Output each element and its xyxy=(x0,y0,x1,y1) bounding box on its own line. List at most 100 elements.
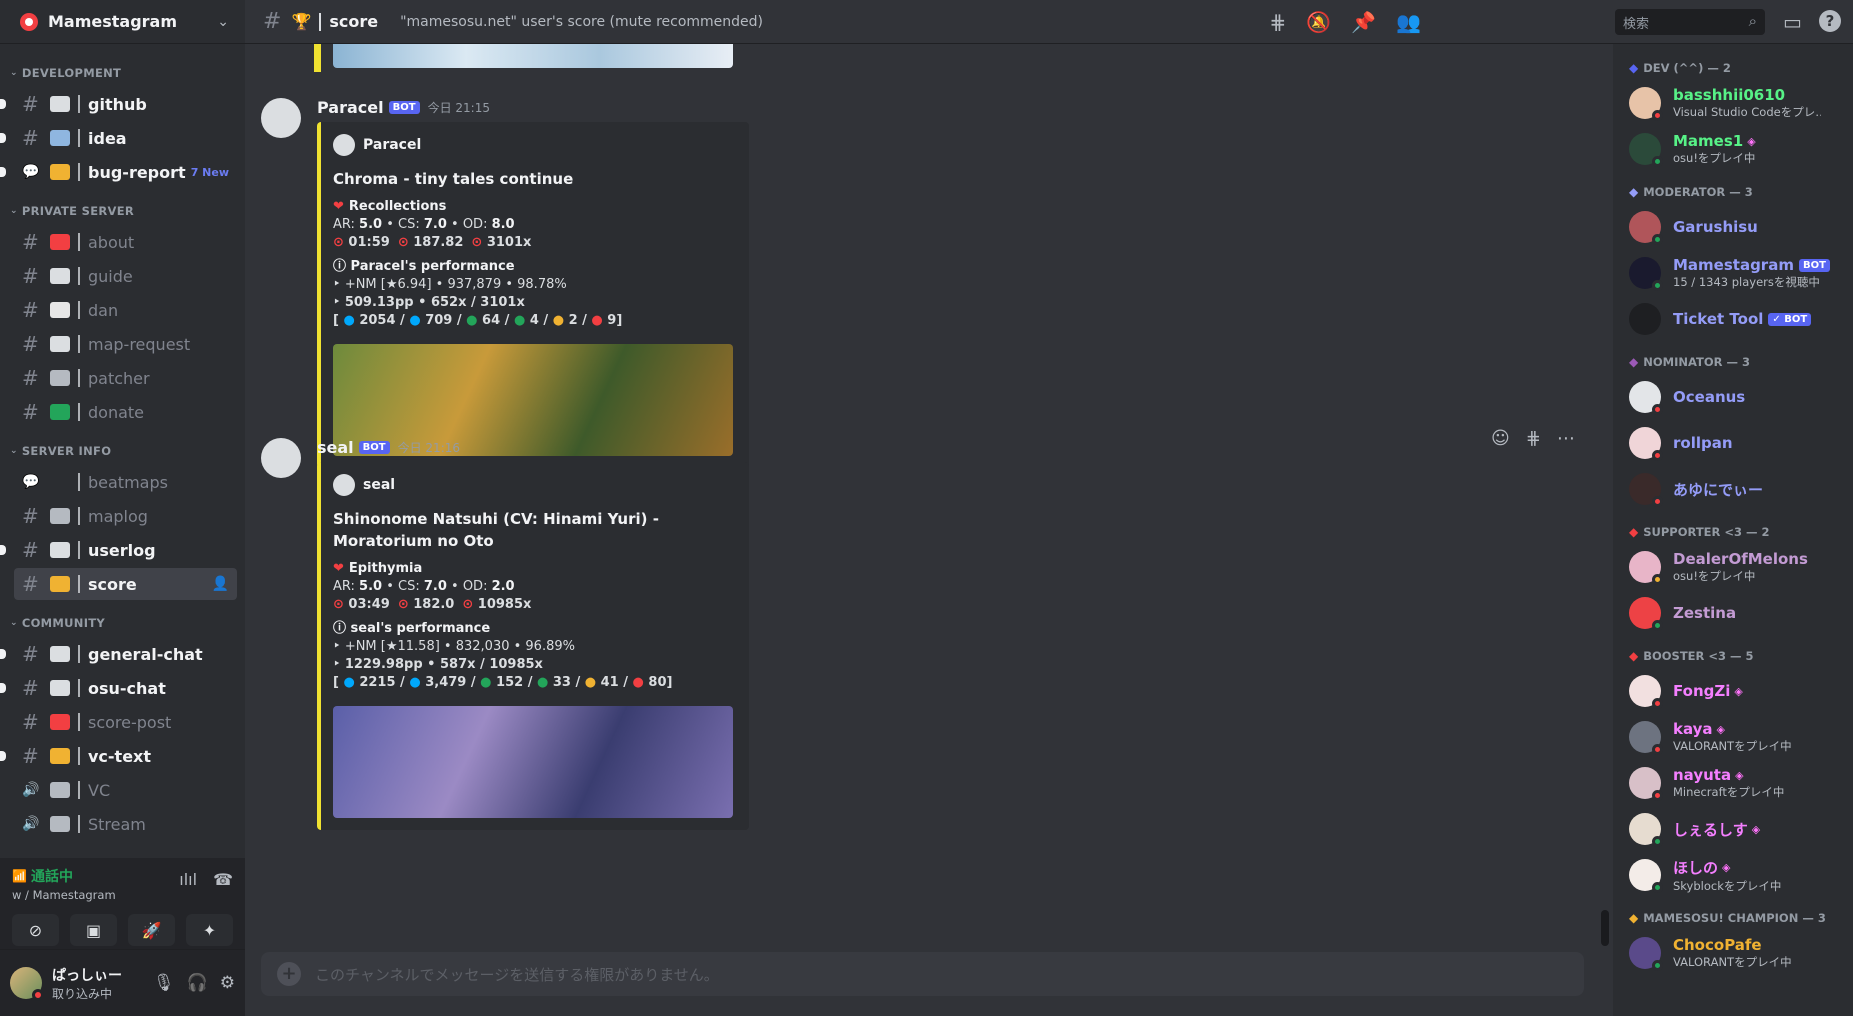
server-header[interactable]: Mamestagram ⌄ xyxy=(0,0,245,44)
beatmap-title[interactable]: Chroma - tiny tales continue xyxy=(333,168,733,190)
voice-channel-label[interactable]: w / Mamestagram xyxy=(12,888,233,902)
performance-title: ⓘ seal's performance xyxy=(333,620,733,638)
mods-line: ‣ +NM [★11.58] • 832,030 • 96.89% xyxy=(333,638,733,656)
channel-label: dan xyxy=(88,300,119,320)
avatar[interactable] xyxy=(261,438,301,478)
chevron-down-icon[interactable]: ⌄ xyxy=(217,14,229,30)
member-name-text: Mames1 xyxy=(1673,132,1744,150)
channel-item-patcher[interactable]: # patcher xyxy=(14,362,237,394)
channel-item-bug-report[interactable]: 💬 bug-report 7 New xyxy=(0,156,237,188)
channel-item-stream[interactable]: 🔊 Stream xyxy=(14,808,237,840)
member-item[interactable]: Mames1 ◈ osu!をプレイ中 xyxy=(1629,128,1845,170)
search-input[interactable]: 検索 ⌕ xyxy=(1615,9,1765,35)
member-item[interactable]: basshhii0610 Visual Studio Codeをプレ… xyxy=(1629,82,1845,124)
avatar[interactable] xyxy=(261,98,301,138)
member-item[interactable]: kaya ◈ VALORANTをプレイ中 xyxy=(1629,716,1845,758)
channel-item-vc-text[interactable]: # vc-text xyxy=(0,740,237,772)
author-name[interactable]: seal xyxy=(317,438,354,457)
beatmap-title[interactable]: Shinonome Natsuhi (CV: Hinami Yuri) - Mo… xyxy=(333,508,733,552)
member-item[interactable]: ChocoPafe VALORANTをプレイ中 xyxy=(1629,932,1845,974)
embed-author[interactable]: Paracel xyxy=(333,134,733,156)
member-item[interactable]: Zestina xyxy=(1629,592,1845,634)
cs-value: 7.0 xyxy=(423,579,447,594)
invite-member-icon[interactable]: 👤 xyxy=(212,576,229,592)
avatar xyxy=(1629,551,1663,585)
channel-item-beatmaps[interactable]: 💬 beatmaps xyxy=(14,466,237,498)
member-item[interactable]: Oceanus xyxy=(1629,376,1845,418)
notification-mute-icon[interactable]: 🔕 xyxy=(1306,10,1331,34)
hash-icon: # xyxy=(22,572,39,596)
message-composer[interactable]: + このチャンネルでメッセージを送信する権限がありません。 xyxy=(261,952,1584,996)
soundboard-button[interactable]: ✦ xyxy=(186,914,233,946)
category-header[interactable]: ⌄ PRIVATE SERVER xyxy=(0,198,245,224)
screen-share-button[interactable]: ▣ xyxy=(70,914,117,946)
channel-item-osu-chat[interactable]: # osu-chat xyxy=(0,672,237,704)
channel-item-general-chat[interactable]: # general-chat xyxy=(0,638,237,670)
hash-icon: # xyxy=(22,366,39,390)
beatmap-background-image[interactable] xyxy=(333,706,733,818)
unread-indicator xyxy=(0,683,6,693)
microphone-icon[interactable]: 🎙 xyxy=(153,973,175,993)
channel-item-map-request[interactable]: # map-request xyxy=(14,328,237,360)
divider xyxy=(78,747,80,765)
disconnect-icon[interactable]: ☎ xyxy=(213,870,233,889)
member-item[interactable]: ほしの ◈ Skyblockをプレイ中 xyxy=(1629,854,1845,896)
member-item[interactable]: rollpan xyxy=(1629,422,1845,464)
scrollbar[interactable] xyxy=(1601,910,1609,946)
user-panel: ぱっしぃー 取り込み中 🎙 🎧 ⚙ xyxy=(0,950,245,1016)
category-header[interactable]: ⌄ SERVER INFO xyxy=(0,438,245,464)
noise-suppression-icon[interactable]: ılıl xyxy=(179,870,197,889)
channel-item-maplog[interactable]: # maplog xyxy=(14,500,237,532)
help-icon[interactable]: ? xyxy=(1819,10,1841,32)
member-item[interactable]: Garushisu xyxy=(1629,206,1845,248)
embed-image[interactable] xyxy=(333,44,733,68)
category-header[interactable]: ⌄ COMMUNITY xyxy=(0,610,245,636)
member-item[interactable]: nayuta ◈ Minecraftをプレイ中 xyxy=(1629,762,1845,804)
channel-item-score-post[interactable]: # score-post xyxy=(14,706,237,738)
channel-item-score[interactable]: # score 👤 xyxy=(14,568,237,600)
add-attachment-icon[interactable]: + xyxy=(277,962,301,986)
thread-icon[interactable]: ⋕ xyxy=(1526,428,1541,449)
channel-topic[interactable]: "mamesosu.net" user's score (mute recomm… xyxy=(400,14,763,30)
avatar[interactable] xyxy=(10,967,44,1001)
channel-emoji-icon xyxy=(50,646,70,662)
channel-item-guide[interactable]: # guide xyxy=(14,260,237,292)
inbox-icon[interactable]: ▭ xyxy=(1783,10,1802,34)
camera-off-button[interactable]: ⊘ xyxy=(12,914,59,946)
member-list-icon[interactable]: 👥 xyxy=(1396,10,1421,34)
member-item[interactable]: あゆにでぃー xyxy=(1629,468,1845,510)
activity-button[interactable]: 🚀 xyxy=(128,914,175,946)
channel-item-dan[interactable]: # dan xyxy=(14,294,237,326)
member-activity: VALORANTをプレイ中 xyxy=(1673,955,1792,969)
category-header[interactable]: ⌄ DEVELOPMENT xyxy=(0,60,245,86)
nitro-boost-icon: ◈ xyxy=(1716,722,1726,736)
channel-label: vc-text xyxy=(88,746,152,766)
channel-item-userlog[interactable]: # userlog xyxy=(0,534,237,566)
channel-item-idea[interactable]: # idea xyxy=(0,122,237,154)
embed-author[interactable]: seal xyxy=(333,474,733,496)
member-item[interactable]: Ticket Tool BOT xyxy=(1629,298,1845,340)
member-item[interactable]: しぇるしす ◈ xyxy=(1629,808,1845,850)
great-hit-icon: ● xyxy=(343,313,360,328)
channel-item-about[interactable]: # about xyxy=(14,226,237,258)
user-info[interactable]: ぱっしぃー 取り込み中 xyxy=(52,965,122,1002)
username: ぱっしぃー xyxy=(52,967,122,984)
member-item[interactable]: Mamestagram BOT 15 / 1343 playersを視聴中 xyxy=(1629,252,1845,294)
author-name[interactable]: Paracel xyxy=(317,98,384,117)
member-item[interactable]: FongZi ◈ xyxy=(1629,670,1845,712)
member-item[interactable]: DealerOfMelons osu!をプレイ中 xyxy=(1629,546,1845,588)
member-name: DealerOfMelons xyxy=(1673,550,1808,568)
mods-line: ‣ +NM [★6.94] • 937,879 • 98.78% xyxy=(333,276,733,294)
threads-icon[interactable]: ⋕ xyxy=(1270,10,1287,34)
channel-item-donate[interactable]: # donate xyxy=(14,396,237,428)
channel-label: Stream xyxy=(88,814,146,834)
channel-item-github[interactable]: # github xyxy=(0,88,237,120)
add-reaction-icon[interactable]: ☺ xyxy=(1491,428,1510,449)
headphones-icon[interactable]: 🎧 xyxy=(187,973,208,993)
more-options-icon[interactable]: ⋯ xyxy=(1557,428,1575,449)
gear-icon[interactable]: ⚙ xyxy=(220,973,235,993)
member-name: FongZi ◈ xyxy=(1673,682,1743,700)
separator: / xyxy=(523,675,537,690)
channel-item-vc[interactable]: 🔊 VC xyxy=(14,774,237,806)
pin-icon[interactable]: 📌 xyxy=(1351,10,1376,34)
